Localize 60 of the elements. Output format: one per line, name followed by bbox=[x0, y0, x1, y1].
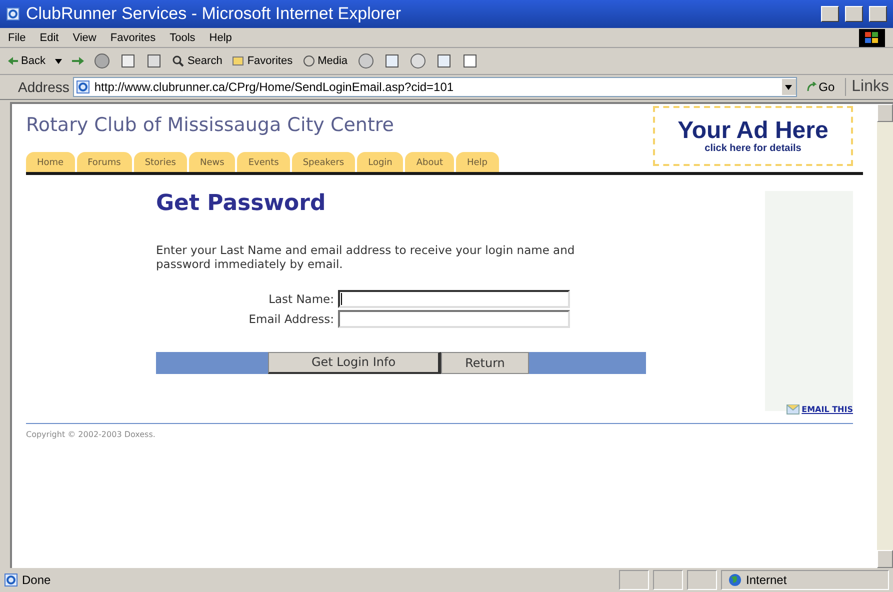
menu-item[interactable]: Tools bbox=[170, 32, 196, 44]
input-field[interactable] bbox=[338, 310, 570, 328]
submit-button[interactable]: Get Login Info bbox=[268, 352, 441, 374]
ad-banner[interactable]: Your Ad Here click here for details bbox=[653, 106, 853, 166]
circle-icon bbox=[302, 55, 315, 67]
nav-tab[interactable]: Help bbox=[456, 152, 499, 172]
address-field[interactable]: http://www.clubrunner.ca/CPrg/Home/SendLoginEmail.asp?cid=101 bbox=[73, 77, 797, 97]
minimize-button[interactable] bbox=[821, 6, 839, 22]
windows-flag-icon bbox=[859, 28, 885, 46]
page-icon bbox=[4, 573, 18, 587]
arrow-icon bbox=[806, 82, 817, 92]
status-panel bbox=[653, 570, 683, 590]
page-heading: Get Password bbox=[156, 191, 327, 216]
field-label: Email Address: bbox=[248, 312, 334, 326]
folder-icon bbox=[232, 55, 244, 67]
caret-icon[interactable] bbox=[55, 58, 62, 64]
close-button[interactable] bbox=[869, 6, 887, 22]
nav-tab[interactable]: Home bbox=[26, 152, 75, 172]
field-label: Last Name: bbox=[268, 292, 334, 306]
nav-tab[interactable]: About bbox=[405, 152, 454, 172]
go-button[interactable]: Go bbox=[800, 80, 841, 94]
links-button[interactable]: Links bbox=[844, 78, 889, 96]
scrollbar[interactable] bbox=[877, 104, 893, 568]
status-text: Done bbox=[22, 573, 52, 587]
envelope-icon bbox=[786, 403, 800, 415]
status-panel bbox=[619, 570, 649, 590]
globe-icon bbox=[728, 573, 742, 587]
nav-tab[interactable]: Forums bbox=[76, 152, 132, 172]
copyright-text: Copyright © 2002-2003 Doxess. bbox=[26, 430, 156, 439]
menu-item[interactable]: View bbox=[72, 32, 96, 44]
email-this-link[interactable]: EMAIL THIS bbox=[802, 404, 853, 414]
menu-item[interactable]: Edit bbox=[40, 32, 59, 44]
nav-tab[interactable]: Events bbox=[237, 152, 290, 172]
nav-tab[interactable]: News bbox=[189, 152, 236, 172]
menu-item[interactable]: Help bbox=[209, 32, 232, 44]
forward-arrow-icon[interactable] bbox=[72, 55, 84, 67]
page-icon bbox=[76, 80, 90, 94]
media-button[interactable]: Media bbox=[302, 55, 348, 67]
status-panel bbox=[687, 570, 717, 590]
dropdown-button[interactable] bbox=[782, 79, 796, 95]
site-title: Rotary Club of Mississauga City Centre bbox=[26, 114, 395, 136]
window-title: ClubRunner Services - Microsoft Internet Explorer bbox=[26, 4, 402, 24]
intro-text: Enter your Last Name and email address to receive your login name and password immediately by email. bbox=[156, 244, 576, 272]
nav-tab[interactable]: Stories bbox=[134, 152, 187, 172]
return-button[interactable]: Return bbox=[441, 352, 529, 374]
back-arrow-icon bbox=[8, 56, 18, 66]
caret-icon bbox=[785, 84, 792, 90]
nav-tab[interactable]: Speakers bbox=[292, 152, 356, 172]
maximize-button[interactable] bbox=[845, 6, 863, 22]
browser-icon bbox=[6, 7, 20, 21]
search-icon bbox=[172, 55, 184, 67]
zone-panel: Internet bbox=[721, 570, 889, 590]
menu-item[interactable]: File bbox=[8, 32, 26, 44]
address-label: Address bbox=[18, 79, 70, 95]
search-button[interactable]: Search bbox=[172, 55, 222, 67]
input-field[interactable] bbox=[338, 290, 570, 308]
menu-item[interactable]: Favorites bbox=[110, 32, 156, 44]
favorites-button[interactable]: Favorites bbox=[232, 55, 293, 67]
nav-tab[interactable]: Login bbox=[357, 152, 404, 172]
back-button[interactable]: Back bbox=[8, 55, 46, 67]
